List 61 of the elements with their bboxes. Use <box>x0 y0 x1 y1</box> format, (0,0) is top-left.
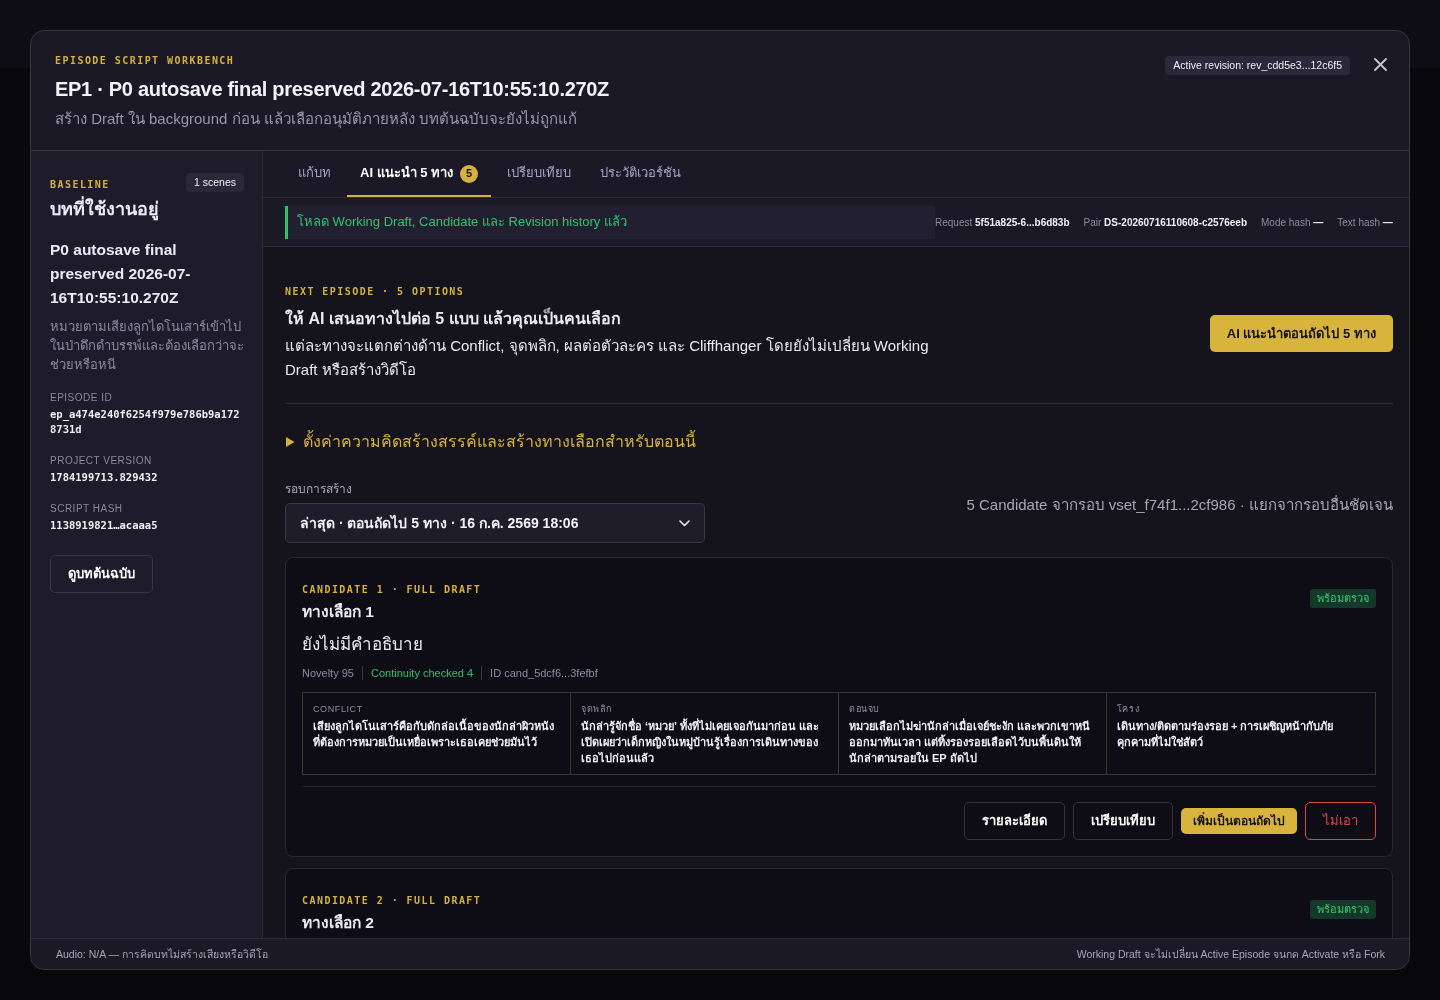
action-button[interactable]: รายละเอียด <box>963 802 1065 840</box>
section-description: แต่ละทางจะแตกต่างด้าน Conflict, จุดพลิก, ผลต่อตัวละคร และ Cliffhanger โดยยังไม่เปลี่ยน Working Draft หรือสร้างวิดีโอ <box>285 335 930 380</box>
section-kicker: EPISODE SCRIPT WORKBENCH <box>55 54 236 68</box>
section-heading: ให้ AI เสนอทางไปต่อ 5 แบบ แล้วคุณเป็นคนเลือก <box>285 307 945 331</box>
meta-text: Novelty 95 <box>302 666 355 680</box>
count-badge: 5 <box>460 164 479 183</box>
field-label: PROJECT VERSION <box>50 454 153 467</box>
field-label: โครง <box>1116 703 1141 715</box>
close-button[interactable] <box>1374 58 1387 71</box>
candidate-description: ยังไม่มีคำอธิบาย <box>302 633 424 656</box>
field-value: ep_a474e240f6254f979e786b9a1728731d <box>50 407 241 437</box>
field-value: นักล่ารู้จักชื่อ ‘หมวย’ ทั้งที่ไม่เคยเจอกันมาก่อน และเปิดเผยว่าเด็กหญิงในหมู่บ้านรู้เรื่องการเดินทางของเธอไปก่อนแล้ว <box>580 718 820 766</box>
field-value: เดินทาง/ติดตามร่องรอย + การเผชิญหน้ากับภัยคุกคามที่ไม่ใช่สัตว์ <box>1116 719 1335 750</box>
tab[interactable]: ประวัติเวอร์ชัน <box>587 151 695 197</box>
subtitle-text: สร้าง Draft ใน background ก่อน แล้วเลือกอนุมัติภายหลัง บทต้นฉบับจะยังไม่ถูกแก้ <box>55 109 578 129</box>
footer-note: Working Draft จะไม่เปลี่ยน Active Episode จนกด Activate หรือ Fork <box>1076 946 1385 962</box>
view-original-button[interactable]: ดูบทต้นฉบับ <box>50 555 153 593</box>
baseline-title: P0 autosave final preserved 2026-07-16T10:55:10.270Z <box>50 240 192 308</box>
action-button[interactable]: เปรียบเทียบ <box>1072 802 1173 840</box>
meta-text: Text hash — <box>1337 215 1393 230</box>
field-label: ตอนจบ <box>848 703 881 715</box>
tab[interactable]: เปรียบเทียบ <box>494 151 585 197</box>
suggest-button[interactable]: AI แนะนำตอนถัดไป 5 ทาง <box>1209 315 1393 352</box>
section-kicker: BASELINE <box>50 178 110 192</box>
meta-text: Pair DS-20260716110608-c2576eeb <box>1083 215 1247 230</box>
meta-text: Continuity checked 4 <box>362 666 482 680</box>
reject-button[interactable]: ไม่เอา <box>1304 802 1376 840</box>
field-label: CONFLICT <box>313 703 364 715</box>
field-value: 1784199713.829432 <box>50 470 159 485</box>
status-badge: พร้อมตรวจ <box>1309 900 1376 919</box>
field-value: หมวยเลือกไม่ฆ่านักล่าเมื่อเจย์ชะงัก และพวกเขาหนีออกมาทันเวลา แต่ทิ้งรองรอยเลือดไว้บนพื้นดินให้นักล่าตามรอยใน EP ถัดไป <box>848 718 1091 766</box>
candidate-kicker: CANDIDATE 2 · FULL DRAFT <box>302 894 482 908</box>
close-icon <box>1374 58 1387 71</box>
field-value: เสียงลูกไดโนเสาร์คือกับดักล่อเนื้อของนักล่าผิวหนังที่ต้องการหมวยเป็นเหยื่อเพราะเธอเคยช่วยมันไว้ <box>313 718 555 750</box>
status-alert: โหลด Working Draft, Candidate และ Revision history แล้ว <box>285 205 935 239</box>
field-value: 1138919821…acaaa5 <box>50 518 159 533</box>
round-note: 5 Candidate จากรอบ vset_f74f1...2cf986 · แยกจากรอบอื่นชัดเจน <box>966 494 1393 516</box>
candidate-title: ทางเลือก 2 <box>302 913 375 933</box>
scene-count-badge: 1 scenes <box>185 173 244 192</box>
tab[interactable]: แก้บท <box>285 151 344 197</box>
add-next-button[interactable]: เพิ่มเป็นตอนถัดไป <box>1180 808 1297 834</box>
meta-text: Request 5f51a825-6...b6d83b <box>935 215 1070 230</box>
field-label: จุดพลิก <box>580 703 613 715</box>
chevron-down-icon <box>679 519 690 527</box>
baseline-summary: หมวยตามเสียงลูกไดโนเสาร์เข้าไปในป่าดึกดำบรรพ์และต้องเลือกว่าจะช่วยหรือหนี <box>50 318 244 374</box>
meta-text: Mode hash — <box>1261 215 1324 230</box>
field-label: SCRIPT HASH <box>50 502 124 515</box>
footer-note: Audio: N/A — การคิดบทไม่สร้างเสียงหรือวิดีโอ <box>56 946 268 962</box>
revision-badge: Active revision: rev_cdd5e3...12c6f5 <box>1165 56 1350 75</box>
episode-title: EP1 · P0 autosave final preserved 2026-07-16T10:55:10.270Z <box>55 77 610 102</box>
meta-text: ID cand_5dcf6...3fefbf <box>481 666 606 680</box>
field-label: รอบการสร้าง <box>285 481 353 497</box>
candidate-title: ทางเลือก 1 <box>302 602 375 622</box>
field-label: EPISODE ID <box>50 391 114 404</box>
section-kicker: NEXT EPISODE · 5 OPTIONS <box>285 285 466 299</box>
status-badge: พร้อมตรวจ <box>1309 589 1376 608</box>
tab[interactable]: AI แนะนำ 5 ทาง 5 <box>347 151 492 197</box>
sidebar-heading: บทที่ใช้งานอยู่ <box>50 196 244 222</box>
settings-toggle[interactable]: ตั้งค่าความคิดสร้างสรรค์และสร้างทางเลือกสำหรับตอนนี้ <box>285 430 696 454</box>
candidate-kicker: CANDIDATE 1 · FULL DRAFT <box>302 583 482 597</box>
round-select[interactable]: ล่าสุด · ตอนถัดไป 5 ทาง · 16 ก.ค. 2569 18:06 <box>285 503 705 543</box>
